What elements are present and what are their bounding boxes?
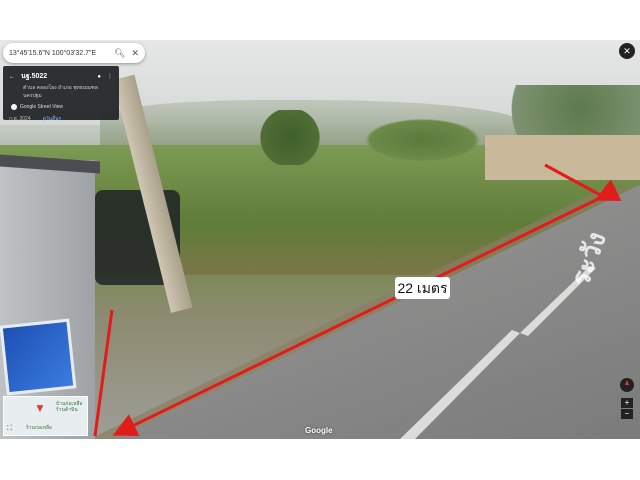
- map-controls: + −: [620, 378, 634, 420]
- distance-label: 22 เมตร: [395, 277, 450, 299]
- minimap-place: บ้านก่อเหลือ ร้านค้าบิน: [56, 401, 83, 413]
- minimap-name: ร้านก่อเหลือ: [26, 425, 53, 431]
- expand-icon[interactable]: ⛶: [7, 425, 12, 433]
- source-label: Google Street View: [20, 104, 63, 110]
- zoom-in-button[interactable]: +: [621, 398, 633, 408]
- address: ตำบล คลองโยง อำเภอ พุทธมณฑล นครปฐม: [23, 85, 98, 99]
- boundary-marker-left: [93, 309, 114, 437]
- compass-icon[interactable]: [620, 378, 634, 392]
- map-pin-icon: ▼: [34, 401, 46, 415]
- road-name: นฐ.5022: [21, 73, 48, 80]
- zoom-out-button[interactable]: −: [621, 409, 633, 419]
- search-icon[interactable]: 🔍︎: [114, 48, 125, 59]
- google-logo: Google: [305, 426, 333, 435]
- search-box[interactable]: 13°45'15.6"N 100°03'32.7"E 🔍︎ ✕: [3, 43, 145, 63]
- measurement-arrow: [112, 179, 622, 436]
- close-icon[interactable]: ✕: [131, 48, 139, 59]
- boundary-marker-right: [544, 163, 605, 199]
- location-info-panel: ← นฐ.5022 ● ⋮ ตำบล คลองโยง อำเภอ พุทธมณฑ…: [3, 66, 119, 123]
- back-arrow-icon[interactable]: ←: [9, 74, 15, 80]
- close-viewer-button[interactable]: ✕: [619, 43, 635, 59]
- minimap[interactable]: ▼ บ้านก่อเหลือ ร้านค้าบิน ร้านก่อเหลือ ⛶: [3, 396, 88, 436]
- location-pin-icon[interactable]: ●: [97, 74, 101, 80]
- more-vert-icon[interactable]: ⋮: [107, 73, 113, 80]
- see-more-dates-link[interactable]: ดูวันอื่นๆ: [43, 115, 62, 123]
- coordinates-text[interactable]: 13°45'15.6"N 100°03'32.7"E: [9, 50, 108, 57]
- street-view-icon: [11, 104, 17, 110]
- capture-date: ก.พ. 2024: [9, 116, 31, 122]
